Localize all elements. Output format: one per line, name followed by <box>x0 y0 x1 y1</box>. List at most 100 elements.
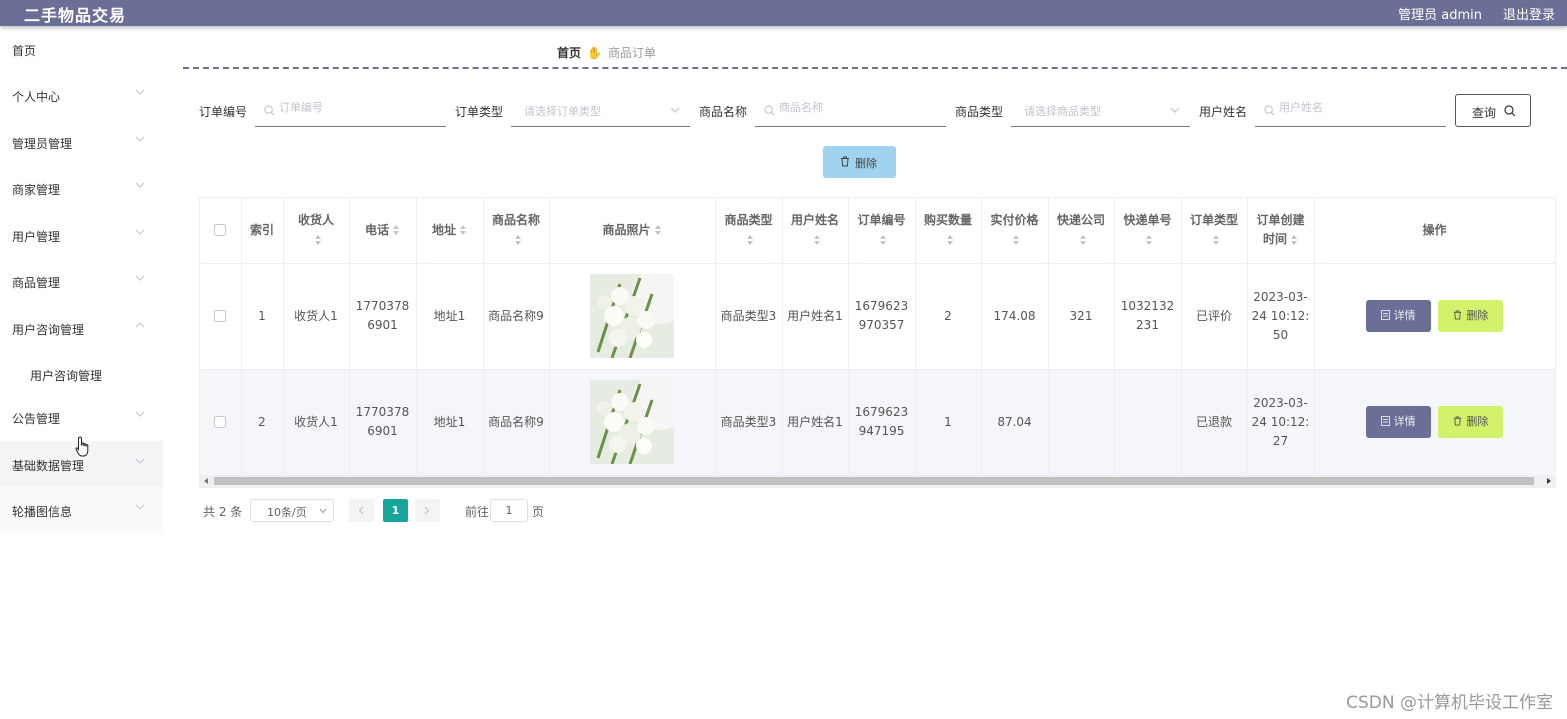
cell-phone: 17703786901 <box>349 263 417 370</box>
select-all-checkbox[interactable] <box>214 224 227 237</box>
user-name-field <box>1255 94 1446 127</box>
order-type-select[interactable]: 请选择订单类型 <box>511 94 690 127</box>
detail-button-label: 详情 <box>1393 415 1416 428</box>
sidebar-item-carousel-info[interactable]: 轮播图信息 <box>0 487 163 533</box>
sidebar-item-merchant-management[interactable]: 商家管理 <box>0 165 163 211</box>
sort-icon[interactable] <box>879 234 887 246</box>
sort-icon[interactable] <box>746 234 754 246</box>
scroll-right-icon[interactable] <box>1545 477 1553 485</box>
sidebar-item-home[interactable]: 首页 <box>0 26 163 72</box>
sidebar-item-label: 轮播图信息 <box>12 505 73 519</box>
column-order-no[interactable]: 订单编号 <box>848 198 916 264</box>
column-receiver[interactable]: 收货人 <box>283 198 350 264</box>
cell-tracking-no: 1032132231 <box>1114 263 1182 370</box>
column-goods-photo[interactable]: 商品照片 <box>549 198 716 264</box>
order-no-input[interactable] <box>279 101 429 114</box>
logout-link[interactable]: 退出登录 <box>1503 4 1555 23</box>
prev-page-button[interactable] <box>349 499 374 522</box>
sort-icon[interactable] <box>946 234 954 246</box>
page-size-select[interactable]: 10条/页 <box>250 499 334 522</box>
scroll-left-icon[interactable] <box>202 477 210 485</box>
chevron-down-icon <box>135 229 145 235</box>
trash-icon <box>1454 416 1462 426</box>
next-page-button[interactable] <box>415 499 440 522</box>
sort-icon[interactable] <box>514 234 522 246</box>
batch-delete-button[interactable]: 删除 <box>823 146 896 178</box>
cell-goods-name: 商品名称9 <box>483 263 550 370</box>
column-order-type[interactable]: 订单类型 <box>1181 198 1248 264</box>
top-bar: 二手物品交易 管理员 admin 退出登录 <box>0 0 1567 26</box>
table-row: 1 收货人1 17703786901 地址1 商品名称9 商品类型3 用户姓名1… <box>200 263 1555 370</box>
column-tracking-no[interactable]: 快递单号 <box>1114 198 1182 264</box>
sort-icon[interactable] <box>459 224 467 236</box>
horizontal-scrollbar[interactable] <box>199 475 1556 487</box>
pagination-total: 共 2 条 <box>203 505 243 519</box>
goto-suffix: 页 <box>532 505 545 519</box>
column-quantity[interactable]: 购买数量 <box>915 198 982 264</box>
column-goods-type[interactable]: 商品类型 <box>715 198 783 264</box>
cell-user-name: 用户姓名1 <box>782 369 849 476</box>
sort-icon[interactable] <box>314 234 322 246</box>
breadcrumb-home[interactable]: 首页 <box>557 46 581 60</box>
detail-button[interactable]: 详情 <box>1365 406 1431 438</box>
user-name-input[interactable] <box>1279 101 1429 114</box>
detail-button[interactable]: 详情 <box>1365 300 1431 332</box>
sidebar-item-user-management[interactable]: 用户管理 <box>0 212 163 258</box>
delete-button[interactable]: 删除 <box>1438 406 1504 438</box>
user-name-label: 用户姓名 <box>1199 105 1248 119</box>
cell-created-at: 2023-03-24 10:12:27 <box>1247 369 1315 476</box>
row-checkbox[interactable] <box>214 416 227 428</box>
cell-goods-type: 商品类型3 <box>715 263 783 370</box>
query-button[interactable]: 查询 <box>1455 94 1531 127</box>
column-created-at[interactable]: 订单创建时间 <box>1247 198 1315 264</box>
sidebar-item-consult-management[interactable]: 用户咨询管理 <box>0 305 163 351</box>
chevron-down-icon <box>319 508 327 514</box>
app-title: 二手物品交易 <box>24 6 127 25</box>
cell-phone: 17703786901 <box>349 369 417 476</box>
document-icon <box>1380 416 1390 426</box>
current-user: 管理员 admin <box>1398 8 1482 23</box>
hand-cursor-icon <box>75 436 89 457</box>
sidebar-item-goods-management[interactable]: 商品管理 <box>0 258 163 304</box>
sort-icon[interactable] <box>1212 234 1220 246</box>
sort-icon[interactable] <box>1145 234 1153 246</box>
goods-photo[interactable] <box>590 274 674 358</box>
column-courier[interactable]: 快递公司 <box>1048 198 1115 264</box>
column-phone[interactable]: 电话 <box>349 198 417 264</box>
row-checkbox[interactable] <box>214 310 227 322</box>
sort-icon[interactable] <box>1290 234 1298 246</box>
sort-icon[interactable] <box>1012 234 1020 246</box>
cell-quantity: 2 <box>915 263 982 370</box>
order-no-field <box>255 94 446 127</box>
goods-photo[interactable] <box>590 380 674 464</box>
cell-courier <box>1048 369 1115 476</box>
goods-type-placeholder: 请选择商品类型 <box>1024 105 1101 118</box>
sort-icon[interactable] <box>1079 234 1087 246</box>
sidebar-item-personal-center[interactable]: 个人中心 <box>0 72 163 118</box>
sort-icon[interactable] <box>654 224 662 236</box>
goods-type-select[interactable]: 请选择商品类型 <box>1011 94 1190 127</box>
sidebar-subitem-consult-management[interactable]: 用户咨询管理 <box>0 354 163 394</box>
cell-address: 地址1 <box>416 263 484 370</box>
sidebar-item-admin-management[interactable]: 管理员管理 <box>0 119 163 165</box>
column-price[interactable]: 实付价格 <box>981 198 1049 264</box>
column-user-name[interactable]: 用户姓名 <box>782 198 849 264</box>
goto-page-input[interactable]: 1 <box>490 499 528 522</box>
column-address[interactable]: 地址 <box>416 198 484 264</box>
scrollbar-thumb[interactable] <box>214 477 1534 485</box>
sort-icon[interactable] <box>813 234 821 246</box>
sidebar-item-label: 用户管理 <box>12 230 61 244</box>
cell-index: 1 <box>241 263 284 370</box>
delete-button[interactable]: 删除 <box>1438 300 1504 332</box>
table-header-row: 索引 收货人 电话 地址 商品名称 商品照片 商品类型 用户姓名 订单编号 购买… <box>200 198 1555 264</box>
goods-name-input[interactable] <box>779 101 929 114</box>
cell-receiver: 收货人1 <box>283 369 350 476</box>
sidebar-item-notice-management[interactable]: 公告管理 <box>0 394 163 440</box>
sidebar-item-label: 个人中心 <box>12 90 61 104</box>
column-goods-name[interactable]: 商品名称 <box>483 198 550 264</box>
sidebar-item-label: 商品管理 <box>12 276 61 290</box>
sort-icon[interactable] <box>392 224 400 236</box>
chevron-right-icon <box>424 506 430 515</box>
sidebar-item-label: 用户咨询管理 <box>12 323 85 337</box>
page-number-active[interactable]: 1 <box>383 499 408 522</box>
